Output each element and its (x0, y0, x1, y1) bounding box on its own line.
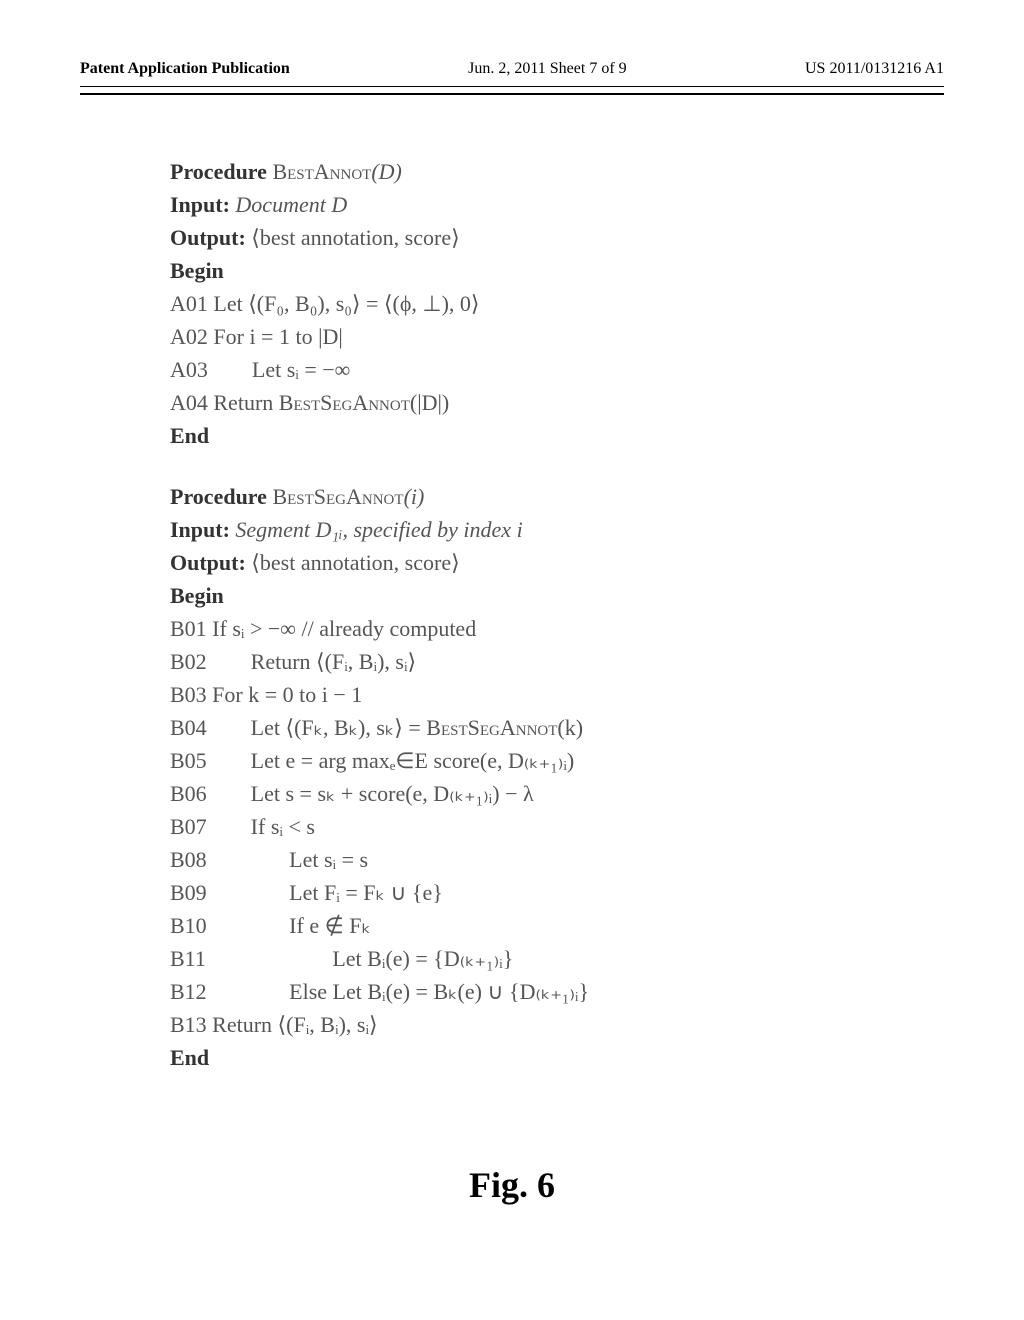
header-right: US 2011/0131216 A1 (805, 60, 944, 78)
proc2-b04-c: (k) (557, 715, 583, 740)
proc2-block: Procedure BestSegAnnot(i) Input: Segment… (170, 480, 944, 1074)
proc2-title: Procedure BestSegAnnot(i) (170, 480, 944, 513)
proc1-output-val: ⟨best annotation, score⟩ (251, 225, 459, 250)
proc1-input-val: Document D (235, 192, 347, 217)
proc2-b06: B06 Let s = sₖ + score(e, D₍ₖ₊₁₎ᵢ) − λ (170, 777, 944, 810)
proc2-b08: B08 Let sᵢ = s (170, 843, 944, 876)
proc1-a02: A02 For i = 1 to |D| (170, 320, 944, 353)
proc2-b04: B04 Let ⟨(Fₖ, Bₖ), sₖ⟩ = BestSegAnnot(k) (170, 711, 944, 744)
page-header: Patent Application Publication Jun. 2, 2… (80, 60, 944, 87)
proc1-a04-c: (|D|) (410, 390, 449, 415)
proc2-b10: B10 If e ∉ Fₖ (170, 909, 944, 942)
proc2-b04-a: B04 Let ⟨(Fₖ, Bₖ), sₖ⟩ = (170, 715, 426, 740)
proc1-title: Procedure BestAnnot(D) (170, 155, 944, 188)
proc1-input: Input: Document D (170, 188, 944, 221)
proc2-input: Input: Segment D₁ᵢ, specified by index i (170, 513, 944, 546)
proc2-output-val: ⟨best annotation, score⟩ (251, 550, 459, 575)
proc2-output-kw: Output: (170, 550, 251, 575)
proc2-b02: B02 Return ⟨(Fᵢ, Bᵢ), sᵢ⟩ (170, 645, 944, 678)
algorithm-content: Procedure BestAnnot(D) Input: Document D… (170, 155, 944, 1074)
proc2-begin: Begin (170, 579, 944, 612)
proc1-end: End (170, 419, 944, 452)
proc1-title-kw: Procedure (170, 159, 272, 184)
proc1-title-arg: (D) (371, 159, 402, 184)
proc2-b11: B11 Let Bᵢ(e) = {D₍ₖ₊₁₎ᵢ} (170, 942, 944, 975)
proc2-b09: B09 Let Fᵢ = Fₖ ∪ {e} (170, 876, 944, 909)
proc1-a04-b: BestSegAnnot (279, 390, 410, 415)
proc1-a04: A04 Return BestSegAnnot(|D|) (170, 386, 944, 419)
proc2-output: Output: ⟨best annotation, score⟩ (170, 546, 944, 579)
proc1-output: Output: ⟨best annotation, score⟩ (170, 221, 944, 254)
header-left: Patent Application Publication (80, 60, 290, 78)
proc1-output-kw: Output: (170, 225, 251, 250)
proc1-begin: Begin (170, 254, 944, 287)
proc2-b04-b: BestSegAnnot (426, 715, 557, 740)
proc1-a01: A01 Let ⟨(F₀, B₀), s₀⟩ = ⟨(ϕ, ⊥), 0⟩ (170, 287, 944, 320)
proc2-title-name: BestSegAnnot (272, 484, 403, 509)
proc2-input-kw: Input: (170, 517, 235, 542)
proc2-b13: B13 Return ⟨(Fᵢ, Bᵢ), sᵢ⟩ (170, 1008, 944, 1041)
proc1-title-name: BestAnnot (272, 159, 371, 184)
proc2-title-kw: Procedure (170, 484, 272, 509)
header-rule (80, 93, 944, 95)
figure-caption: Fig. 6 (80, 1164, 944, 1206)
proc2-title-arg: (i) (404, 484, 425, 509)
proc2-input-val: Segment D₁ᵢ, specified by index i (235, 517, 522, 542)
proc1-input-kw: Input: (170, 192, 235, 217)
proc2-b01: B01 If sᵢ > −∞ // already computed (170, 612, 944, 645)
proc2-b12: B12 Else Let Bᵢ(e) = Bₖ(e) ∪ {D₍ₖ₊₁₎ᵢ} (170, 975, 944, 1008)
proc1-a04-a: A04 Return (170, 390, 279, 415)
proc2-b03: B03 For k = 0 to i − 1 (170, 678, 944, 711)
proc2-end: End (170, 1041, 944, 1074)
proc1-a03: A03 Let sᵢ = −∞ (170, 353, 944, 386)
proc2-b05: B05 Let e = arg maxₑ∈E score(e, D₍ₖ₊₁₎ᵢ) (170, 744, 944, 777)
proc2-b07: B07 If sᵢ < s (170, 810, 944, 843)
header-mid: Jun. 2, 2011 Sheet 7 of 9 (468, 60, 627, 78)
page: Patent Application Publication Jun. 2, 2… (0, 0, 1024, 1320)
